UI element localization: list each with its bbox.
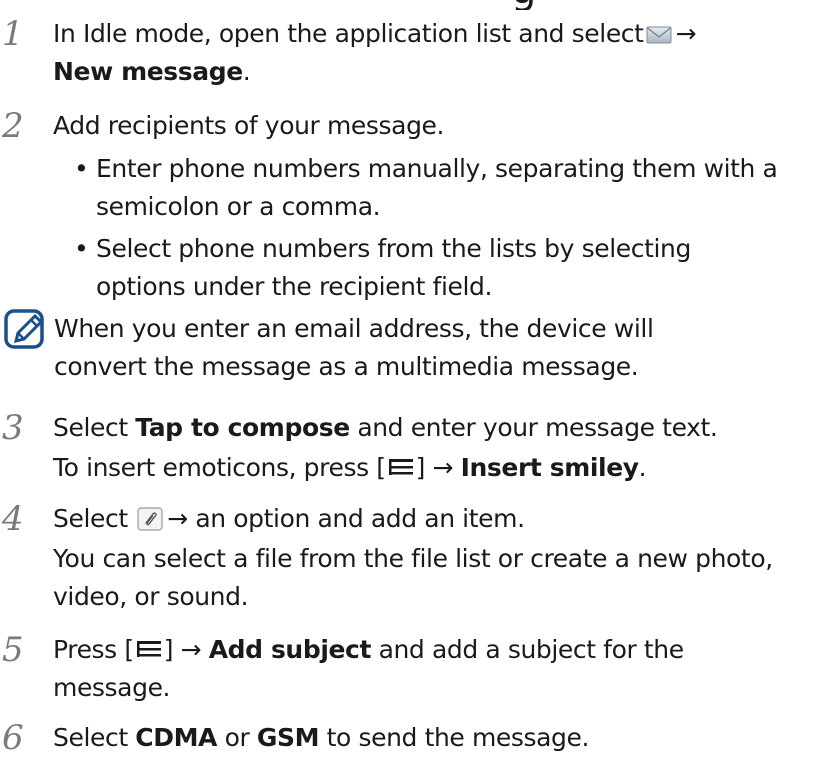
step-number: 5 (2, 630, 24, 670)
step-3-line-1: Select Tap to compose and enter your mes… (53, 413, 718, 442)
paperclip-icon (137, 503, 163, 531)
step-6-line-1: Select CDMA or GSM to send the message. (53, 723, 590, 752)
step-4-line-3: video, or sound. (53, 582, 249, 611)
step-number: 3 (2, 408, 24, 448)
bullet-1-line-1: Enter phone numbers manually, separating… (96, 154, 778, 183)
bullet-mark: • (74, 154, 89, 183)
step-1-line-2: New message. (53, 57, 251, 86)
step-3-line-2: To insert emoticons, press [] → Insert s… (53, 448, 647, 488)
menu-key-icon (386, 450, 416, 475)
step-4-line-2: You can select a file from the file list… (53, 544, 773, 573)
step-number: 6 (2, 718, 24, 758)
envelope-icon (646, 17, 672, 44)
step-5-line-1: Press [] → Add subject and add a subject… (53, 630, 684, 670)
bullet-mark: • (74, 234, 89, 263)
clipped-heading: g (360, 0, 580, 10)
menu-key-icon (134, 632, 164, 657)
bullet-2-line-2: options under the recipient field. (96, 272, 493, 301)
bullet-1-line-2: semicolon or a comma. (96, 192, 381, 221)
step-2-text: Add recipients of your message. (53, 111, 445, 140)
bullet-2-line-1: Select phone numbers from the lists by s… (96, 234, 691, 263)
step-4-line-1: Select → an option and add an item. (53, 503, 525, 533)
note-line-2: convert the message as a multimedia mess… (54, 352, 639, 381)
step-number: 2 (2, 106, 24, 146)
step-1-line-1: In Idle mode, open the application list … (53, 17, 697, 48)
step-number: 4 (2, 499, 24, 539)
heading-fragment: g (511, 0, 536, 10)
step-5-line-2: message. (53, 673, 171, 702)
note-line-1: When you enter an email address, the dev… (54, 314, 654, 343)
note-pencil-icon (4, 308, 46, 352)
step-number: 1 (2, 14, 24, 54)
